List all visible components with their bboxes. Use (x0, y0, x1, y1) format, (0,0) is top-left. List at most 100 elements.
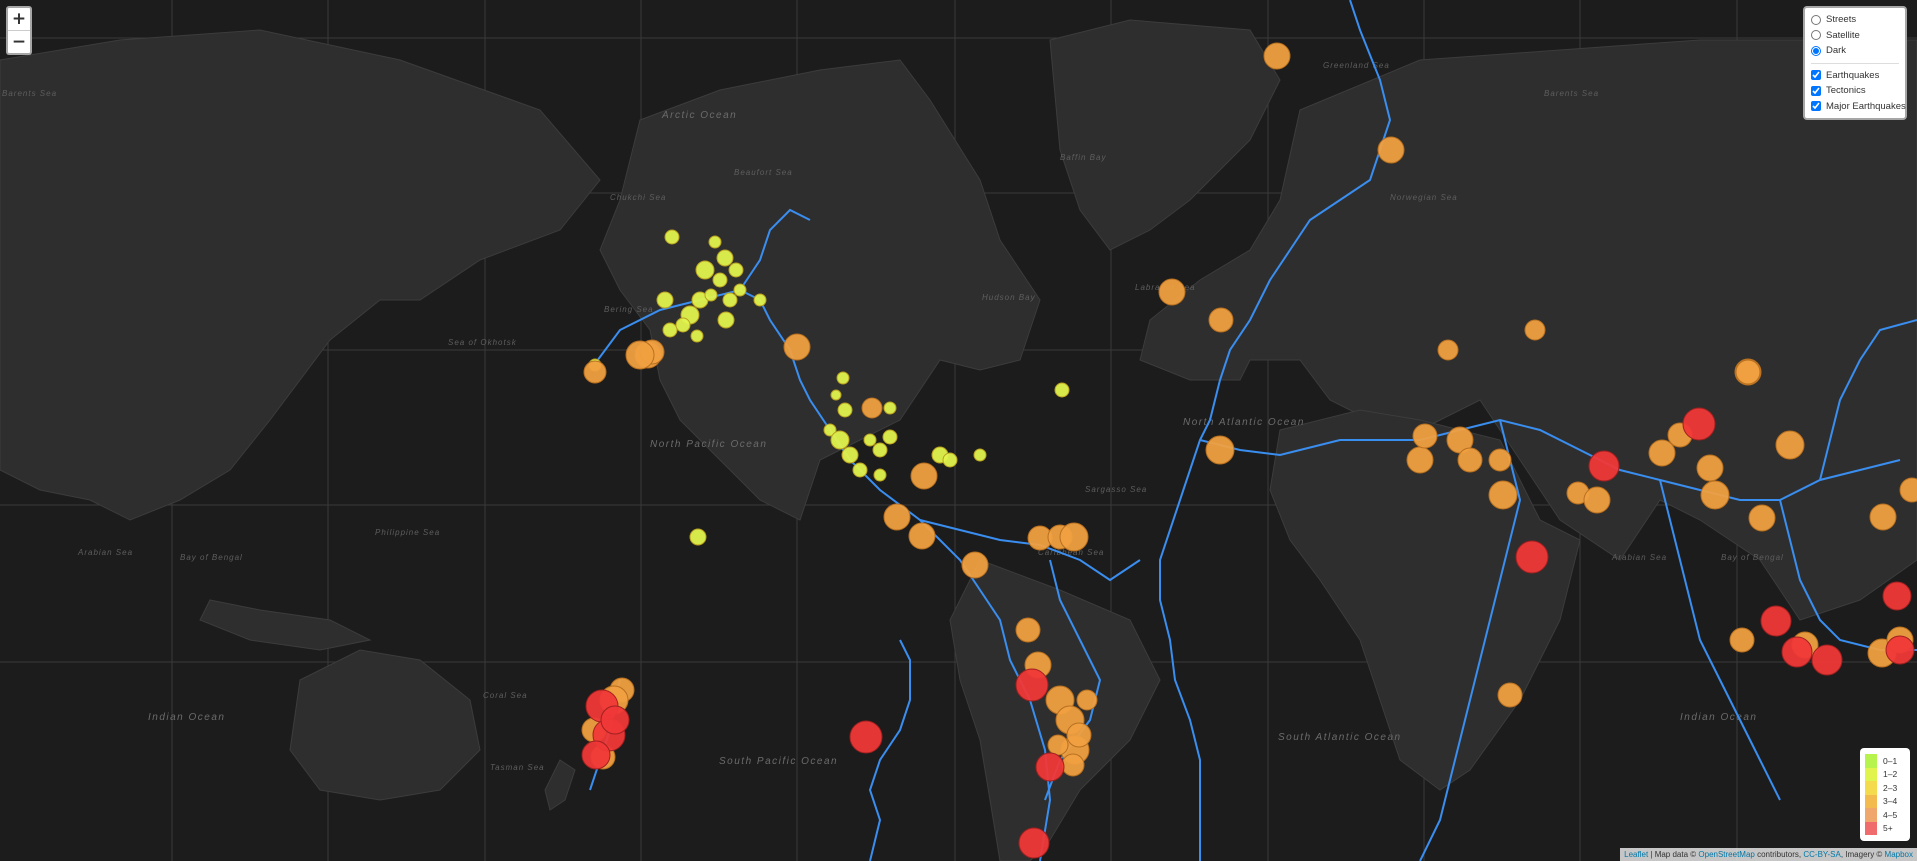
earthquake-marker[interactable] (1515, 540, 1549, 574)
earthquake-marker[interactable] (1015, 617, 1041, 643)
earthquake-marker[interactable] (690, 329, 704, 343)
earthquake-marker[interactable] (1869, 503, 1897, 531)
earthquake-marker[interactable] (1682, 407, 1716, 441)
earthquake-marker[interactable] (841, 446, 859, 464)
earthquake-marker[interactable] (1018, 827, 1050, 859)
radio-satellite[interactable] (1811, 30, 1821, 41)
earthquake-marker[interactable] (961, 551, 989, 579)
earthquake-marker[interactable] (1047, 734, 1069, 756)
radio-dark[interactable] (1811, 45, 1821, 56)
earthquake-marker[interactable] (1208, 307, 1234, 333)
earthquake-marker[interactable] (849, 720, 883, 754)
radio-streets[interactable] (1811, 14, 1821, 25)
earthquake-marker[interactable] (1885, 635, 1915, 665)
earthquake-marker[interactable] (1377, 136, 1405, 164)
earthquake-marker[interactable] (837, 402, 853, 418)
earthquake-marker[interactable] (716, 249, 734, 267)
earthquake-marker[interactable] (1588, 450, 1620, 482)
earthquake-marker[interactable] (656, 291, 674, 309)
earthquake-marker[interactable] (1035, 752, 1065, 782)
earthquake-marker[interactable] (830, 389, 842, 401)
earthquake-marker[interactable] (1648, 439, 1676, 467)
earthquake-marker[interactable] (1760, 605, 1792, 637)
earthquake-marker[interactable] (1059, 522, 1089, 552)
sea-label: Hudson Bay (982, 293, 1036, 302)
earthquake-marker[interactable] (1437, 339, 1459, 361)
earthquake-marker[interactable] (583, 360, 607, 384)
earthquake-marker[interactable] (852, 462, 868, 478)
earthquake-marker[interactable] (863, 433, 877, 447)
earthquake-marker[interactable] (1729, 627, 1755, 653)
earthquake-marker[interactable] (1054, 382, 1070, 398)
earthquake-marker[interactable] (600, 705, 630, 735)
osm-link[interactable]: OpenStreetMap (1698, 850, 1754, 859)
earthquake-marker[interactable] (1066, 722, 1092, 748)
earthquake-marker[interactable] (1406, 446, 1434, 474)
earthquake-marker[interactable] (1497, 682, 1523, 708)
earthquake-marker[interactable] (1488, 448, 1512, 472)
base-layer-option-streets[interactable]: Streets (1811, 12, 1899, 28)
earthquake-marker[interactable] (695, 260, 715, 280)
earthquake-marker[interactable] (1076, 689, 1098, 711)
earthquake-marker[interactable] (712, 272, 728, 288)
earthquake-marker[interactable] (704, 288, 718, 302)
earthquake-marker[interactable] (883, 401, 897, 415)
earthquake-marker[interactable] (873, 468, 887, 482)
base-layer-option-satellite[interactable]: Satellite (1811, 28, 1899, 44)
checkbox-earthquakes[interactable] (1811, 70, 1821, 81)
zoom-out-button[interactable]: − (8, 30, 30, 53)
leaflet-link[interactable]: Leaflet (1624, 850, 1648, 859)
earthquake-marker[interactable] (728, 262, 744, 278)
earthquake-marker[interactable] (1457, 447, 1483, 473)
earthquake-marker[interactable] (908, 522, 936, 550)
earthquake-marker[interactable] (1488, 480, 1518, 510)
earthquake-marker[interactable] (1775, 430, 1805, 460)
earthquake-marker[interactable] (581, 740, 611, 770)
earthquake-marker[interactable] (942, 452, 958, 468)
earthquake-marker[interactable] (753, 293, 767, 307)
earthquake-marker[interactable] (1811, 644, 1843, 676)
license-link[interactable]: CC-BY-SA (1803, 850, 1841, 859)
earthquake-marker[interactable] (1696, 454, 1724, 482)
earthquake-marker[interactable] (708, 235, 722, 249)
earthquake-marker[interactable] (733, 283, 747, 297)
earthquake-marker[interactable] (662, 322, 678, 338)
earthquake-marker[interactable] (1263, 42, 1291, 70)
earthquake-marker[interactable] (625, 340, 655, 370)
earthquake-marker[interactable] (1882, 581, 1912, 611)
earthquake-marker[interactable] (1583, 486, 1611, 514)
overlay-option-major-earthquakes[interactable]: Major Earthquakes (1811, 99, 1906, 115)
earthquake-marker[interactable] (910, 462, 938, 490)
overlay-option-tectonics[interactable]: Tectonics (1811, 83, 1899, 99)
earthquake-marker[interactable] (722, 292, 738, 308)
zoom-in-button[interactable]: + (8, 8, 30, 30)
mapbox-link[interactable]: Mapbox (1885, 850, 1913, 859)
earthquake-marker[interactable] (664, 229, 680, 245)
earthquake-marker[interactable] (1158, 278, 1186, 306)
earthquake-marker[interactable] (1015, 668, 1049, 702)
map[interactable]: Arctic Ocean North Pacific Ocean South P… (0, 0, 1917, 861)
earthquake-marker[interactable] (689, 528, 707, 546)
earthquake-marker[interactable] (1524, 319, 1546, 341)
checkbox-major-earthquakes[interactable] (1811, 101, 1821, 112)
earthquake-marker[interactable] (973, 448, 987, 462)
earthquake-marker[interactable] (882, 429, 898, 445)
earthquake-marker[interactable] (717, 311, 735, 329)
earthquake-marker[interactable] (1781, 636, 1813, 668)
earthquake-marker[interactable] (1061, 753, 1085, 777)
earthquake-marker[interactable] (1412, 423, 1438, 449)
earthquake-marker[interactable] (1205, 435, 1235, 465)
earthquake-marker[interactable] (872, 442, 888, 458)
checkbox-tectonics[interactable] (1811, 85, 1821, 96)
earthquake-marker[interactable] (783, 333, 811, 361)
earthquake-marker[interactable] (1735, 359, 1761, 385)
earthquake-marker[interactable] (1700, 480, 1730, 510)
base-layer-option-dark[interactable]: Dark (1811, 43, 1899, 59)
earthquake-marker[interactable] (675, 317, 691, 333)
overlay-option-earthquakes[interactable]: Earthquakes (1811, 68, 1899, 84)
earthquake-marker[interactable] (836, 371, 850, 385)
earthquake-marker[interactable] (1748, 504, 1776, 532)
earthquake-marker[interactable] (883, 503, 911, 531)
earthquake-marker[interactable] (830, 430, 850, 450)
earthquake-marker[interactable] (861, 397, 883, 419)
